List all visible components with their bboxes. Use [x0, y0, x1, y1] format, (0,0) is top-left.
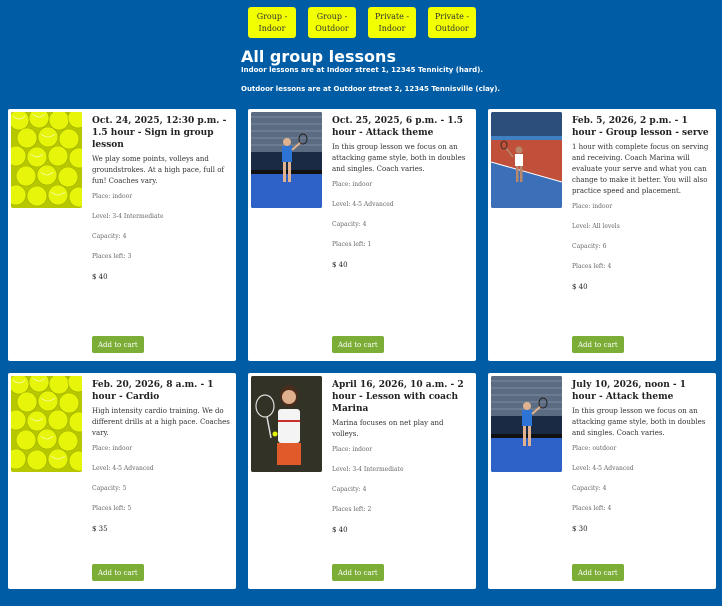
- lesson-place: Place: indoor: [572, 203, 613, 210]
- lesson-card: Feb. 20, 2026, 8 a.m. - 1 hour - Cardio …: [8, 373, 236, 589]
- lesson-title: Feb. 5, 2026, 2 p.m. - 1 hour - Group le…: [572, 116, 709, 138]
- lesson-details: July 10, 2026, noon - 1 hour - Attack th…: [572, 379, 710, 533]
- player-net-image: [491, 376, 562, 472]
- lesson-place: Place: indoor: [92, 193, 133, 200]
- serve-court-image: [491, 112, 562, 208]
- lesson-price: $ 40: [332, 526, 348, 534]
- lesson-description: High intensity cardio training. We do di…: [92, 407, 230, 437]
- add-to-cart-button[interactable]: Add to cart: [92, 336, 144, 353]
- add-to-cart-button[interactable]: Add to cart: [572, 564, 624, 581]
- player-net-image: [251, 112, 322, 208]
- tennis-balls-image: [11, 112, 82, 208]
- lesson-details: April 16, 2026, 10 a.m. - 2 hour - Lesso…: [332, 379, 470, 534]
- add-to-cart-button[interactable]: Add to cart: [92, 564, 144, 581]
- lesson-title: Oct. 25, 2025, 6 p.m. - 1.5 hour - Attac…: [332, 116, 463, 138]
- lesson-filter-nav: Group - Indoor Group - Outdoor Private -…: [248, 7, 476, 38]
- lesson-place: Place: outdoor: [572, 445, 617, 452]
- lesson-place: Place: indoor: [332, 181, 373, 188]
- lesson-level: Level: 4-5 Advanced: [92, 465, 154, 472]
- add-to-cart-button[interactable]: Add to cart: [572, 336, 624, 353]
- lesson-card: Oct. 25, 2025, 6 p.m. - 1.5 hour - Attac…: [248, 109, 476, 361]
- lesson-level: Level: 3-4 Intermediate: [332, 466, 404, 473]
- lesson-details: Feb. 5, 2026, 2 p.m. - 1 hour - Group le…: [572, 115, 710, 291]
- lesson-title: July 10, 2026, noon - 1 hour - Attack th…: [572, 380, 687, 402]
- lesson-description: We play some points, volleys and grounds…: [92, 155, 225, 185]
- lesson-places-left: Places left: 4: [572, 505, 612, 512]
- coach-portrait-image: [251, 376, 322, 472]
- lesson-title: Oct. 24, 2025, 12:30 p.m. - 1.5 hour - S…: [92, 116, 227, 150]
- lesson-price: $ 35: [92, 525, 108, 533]
- add-to-cart-button[interactable]: Add to cart: [332, 336, 384, 353]
- lesson-card: Feb. 5, 2026, 2 p.m. - 1 hour - Group le…: [488, 109, 716, 361]
- lesson-card: Oct. 24, 2025, 12:30 p.m. - 1.5 hour - S…: [8, 109, 236, 361]
- lesson-card: April 16, 2026, 10 a.m. - 2 hour - Lesso…: [248, 373, 476, 589]
- page-title: All group lessons: [241, 47, 396, 66]
- lesson-places-left: Places left: 5: [92, 505, 132, 512]
- lesson-capacity: Capacity: 6: [572, 243, 607, 250]
- lesson-title: Feb. 20, 2026, 8 a.m. - 1 hour - Cardio: [92, 380, 214, 402]
- lesson-level: Level: All levels: [572, 223, 620, 230]
- page-header: All group lessons Indoor lessons are at …: [241, 48, 500, 94]
- lesson-capacity: Capacity: 4: [332, 221, 367, 228]
- lesson-capacity: Capacity: 5: [92, 485, 127, 492]
- add-to-cart-button[interactable]: Add to cart: [332, 564, 384, 581]
- nav-private-indoor-button[interactable]: Private - Indoor: [368, 7, 416, 38]
- lesson-capacity: Capacity: 4: [572, 485, 607, 492]
- lesson-details: Feb. 20, 2026, 8 a.m. - 1 hour - Cardio …: [92, 379, 230, 533]
- lesson-price: $ 40: [92, 273, 108, 281]
- lesson-price: $ 40: [572, 283, 588, 291]
- lesson-places-left: Places left: 1: [332, 241, 372, 248]
- lesson-title: April 16, 2026, 10 a.m. - 2 hour - Lesso…: [332, 380, 464, 414]
- lesson-card: July 10, 2026, noon - 1 hour - Attack th…: [488, 373, 716, 589]
- indoor-location-note: Indoor lessons are at Indoor street 1, 1…: [241, 66, 484, 74]
- lesson-description: 1 hour with complete focus on serving an…: [572, 143, 709, 195]
- lesson-level: Level: 4-5 Advanced: [572, 465, 634, 472]
- lesson-level: Level: 4-5 Advanced: [332, 201, 394, 208]
- lesson-price: $ 30: [572, 525, 588, 533]
- lesson-places-left: Places left: 4: [572, 263, 612, 270]
- tennis-balls-image: [11, 376, 82, 472]
- lesson-place: Place: indoor: [332, 446, 373, 453]
- lesson-details: Oct. 25, 2025, 6 p.m. - 1.5 hour - Attac…: [332, 115, 470, 269]
- lesson-description: In this group lesson we focus on an atta…: [572, 407, 706, 437]
- nav-group-outdoor-button[interactable]: Group - Outdoor: [308, 7, 356, 38]
- lesson-description: Marina focuses on net play and volleys.: [332, 419, 444, 438]
- lesson-details: Oct. 24, 2025, 12:30 p.m. - 1.5 hour - S…: [92, 115, 230, 281]
- lesson-price: $ 40: [332, 261, 348, 269]
- outdoor-location-note: Outdoor lessons are at Outdoor street 2,…: [241, 85, 501, 93]
- lesson-description: In this group lesson we focus on an atta…: [332, 143, 466, 173]
- nav-private-outdoor-button[interactable]: Private - Outdoor: [428, 7, 476, 38]
- lesson-places-left: Places left: 3: [92, 253, 132, 260]
- nav-group-indoor-button[interactable]: Group - Indoor: [248, 7, 296, 38]
- lesson-place: Place: indoor: [92, 445, 133, 452]
- lesson-capacity: Capacity: 4: [92, 233, 127, 240]
- lesson-places-left: Places left: 2: [332, 506, 372, 513]
- lesson-level: Level: 3-4 Intermediate: [92, 213, 164, 220]
- lesson-capacity: Capacity: 4: [332, 486, 367, 493]
